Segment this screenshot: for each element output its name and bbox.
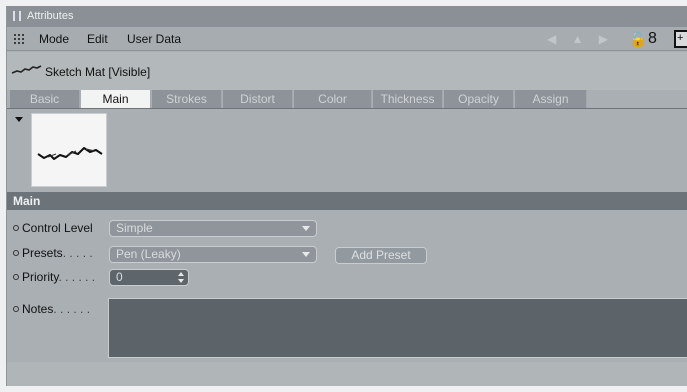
presets-value: Pen (Leaky) bbox=[116, 247, 181, 261]
menu-edit[interactable]: Edit bbox=[87, 32, 108, 46]
attributes-panel: Attributes Mode Edit User Data ◀ ▲ ▶ 🔓 8… bbox=[6, 6, 687, 386]
dropdown-arrow-icon bbox=[302, 252, 310, 257]
animation-bullet-icon[interactable] bbox=[13, 274, 19, 280]
control-level-text: Control Level bbox=[22, 221, 93, 235]
priority-text: Priority bbox=[22, 270, 59, 284]
animation-bullet-icon[interactable] bbox=[13, 225, 19, 231]
animation-bullet-icon[interactable] bbox=[13, 250, 19, 256]
menu-user-data[interactable]: User Data bbox=[127, 32, 181, 46]
priority-value: 0 bbox=[116, 270, 123, 284]
stroke-preview-icon bbox=[37, 147, 103, 160]
menu-mode[interactable]: Mode bbox=[39, 32, 69, 46]
panel-grip-icon[interactable] bbox=[13, 11, 21, 21]
label-dots: . . . . . . bbox=[53, 302, 91, 316]
tab-strokes[interactable]: Strokes bbox=[152, 90, 222, 108]
panel-title: Attributes bbox=[27, 10, 74, 22]
material-preview[interactable] bbox=[31, 113, 107, 187]
dropdown-arrow-icon bbox=[302, 226, 310, 231]
sketch-material-icon bbox=[11, 65, 42, 74]
object-row: Sketch Mat [Visible] bbox=[7, 52, 687, 90]
priority-label[interactable]: Priority. . . . . . bbox=[13, 270, 95, 284]
lock-icon[interactable]: 🔓 bbox=[629, 31, 646, 48]
notes-text: Notes bbox=[22, 302, 54, 316]
panel-menu-icon[interactable] bbox=[13, 33, 25, 45]
tab-divider bbox=[7, 108, 687, 109]
notes-label[interactable]: Notes. . . . . . bbox=[13, 302, 90, 316]
label-dots: . . . . . bbox=[62, 246, 93, 260]
tab-thickness[interactable]: Thickness bbox=[373, 90, 443, 108]
priority-stepper[interactable]: 0 bbox=[109, 269, 189, 286]
bottom-strip bbox=[7, 362, 687, 386]
object-name: Sketch Mat [Visible] bbox=[45, 65, 151, 79]
presets-text: Presets bbox=[22, 246, 63, 260]
presets-dropdown[interactable]: Pen (Leaky) bbox=[109, 246, 317, 263]
add-preset-button[interactable]: Add Preset bbox=[335, 247, 427, 264]
tab-distort[interactable]: Distort bbox=[223, 90, 293, 108]
tab-color[interactable]: Color bbox=[294, 90, 372, 108]
menu-bar: Mode Edit User Data ◀ ▲ ▶ 🔓 8 + bbox=[7, 27, 687, 51]
stepper-arrows-icon[interactable] bbox=[178, 272, 184, 283]
notes-textarea[interactable] bbox=[108, 298, 687, 358]
tab-main[interactable]: Main bbox=[81, 90, 151, 108]
control-level-value: Simple bbox=[116, 221, 153, 235]
presets-label[interactable]: Presets. . . . . bbox=[13, 246, 93, 260]
title-bar[interactable]: Attributes bbox=[7, 6, 687, 27]
collapse-triangle-icon[interactable] bbox=[15, 117, 23, 122]
tab-assign[interactable]: Assign bbox=[515, 90, 587, 108]
label-dots: . . . . . . bbox=[58, 270, 96, 284]
new-panel-icon[interactable]: + bbox=[674, 30, 687, 48]
nav-arrows-icon[interactable]: ◀ ▲ ▶ bbox=[547, 32, 614, 46]
tab-basic[interactable]: Basic bbox=[10, 90, 80, 108]
animation-bullet-icon[interactable] bbox=[13, 306, 19, 312]
tab-opacity[interactable]: Opacity bbox=[444, 90, 514, 108]
control-level-dropdown[interactable]: Simple bbox=[109, 220, 317, 237]
section-header-main: Main bbox=[7, 192, 687, 210]
lock-number: 8 bbox=[648, 30, 657, 47]
control-level-label[interactable]: Control Level bbox=[13, 221, 93, 235]
